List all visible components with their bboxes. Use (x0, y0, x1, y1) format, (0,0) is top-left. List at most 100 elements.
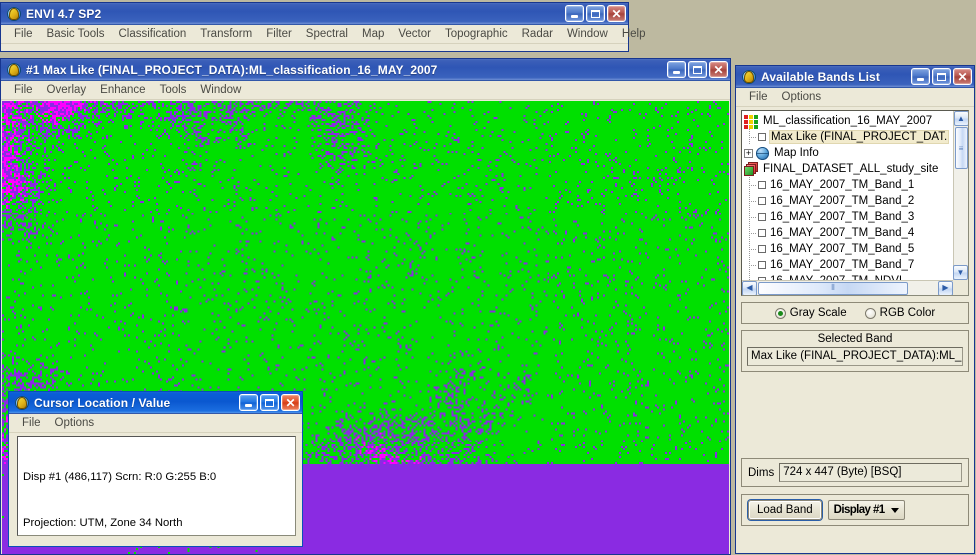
cursor-window-title: Cursor Location / Value (34, 395, 171, 410)
cursor-menu-file[interactable]: File (15, 416, 48, 430)
band-tree-item[interactable]: FINAL_DATASET_ALL_study_site (744, 161, 953, 177)
envi-main-window-controls: ✕ (565, 5, 626, 22)
abl-title: Available Bands List (761, 69, 880, 84)
radio-dot-icon (864, 307, 876, 319)
minimize-button[interactable] (911, 68, 930, 85)
tree-connector-icon (744, 225, 758, 241)
checkbox-icon[interactable] (758, 245, 766, 253)
cursor-window-titlebar[interactable]: Cursor Location / Value ✕ (9, 392, 302, 414)
bands-tree-vscrollbar[interactable]: ▲ ≡ (953, 111, 968, 280)
envi-main-title: ENVI 4.7 SP2 (26, 6, 102, 21)
abl-menu-options[interactable]: Options (775, 90, 829, 104)
menu-spectral[interactable]: Spectral (299, 27, 355, 41)
scroll-right-icon[interactable]: ▶ (938, 280, 953, 295)
img-menu-window[interactable]: Window (193, 83, 248, 97)
close-button[interactable]: ✕ (709, 61, 728, 78)
menu-filter[interactable]: Filter (259, 27, 299, 41)
tree-connector-icon (744, 209, 758, 225)
dims-group: Dims 724 x 447 (Byte) [BSQ] (741, 458, 969, 487)
img-menu-enhance[interactable]: Enhance (93, 83, 152, 97)
abl-window-controls: ✕ (911, 68, 972, 85)
tree-connector-icon (744, 193, 758, 209)
scroll-up-icon[interactable]: ▲ (953, 111, 968, 126)
cursor-window-controls: ✕ (239, 394, 300, 411)
menu-window[interactable]: Window (560, 27, 615, 41)
menu-map[interactable]: Map (355, 27, 391, 41)
img-menu-file[interactable]: File (7, 83, 40, 97)
display-select[interactable]: Display #1 (827, 500, 905, 520)
abl-menubar: File Options (736, 88, 974, 107)
cursor-window-menubar: File Options (9, 414, 302, 433)
selected-band-field[interactable]: Max Like (FINAL_PROJECT_DATA):ML_cla (747, 347, 963, 366)
menu-radar[interactable]: Radar (515, 27, 560, 41)
menu-topographic[interactable]: Topographic (438, 27, 515, 41)
checkbox-icon[interactable] (758, 181, 766, 189)
band-tree-item[interactable]: + Map Info (744, 145, 953, 161)
scroll-down-icon[interactable]: ▼ (953, 265, 968, 280)
maximize-button[interactable] (260, 394, 279, 411)
band-tree-item[interactable]: 16_MAY_2007_TM_Band_3 (744, 209, 953, 225)
chevron-down-icon (890, 507, 899, 513)
bands-tree-hscrollbar[interactable]: ◀ ⦀ ▶ (742, 280, 953, 295)
close-button[interactable]: ✕ (281, 394, 300, 411)
display-mode-group: Gray Scale RGB Color (741, 302, 969, 324)
bands-tree-rows: ML_classification_16_MAY_2007 Max Like (F… (742, 111, 953, 280)
abl-menu-file[interactable]: File (742, 90, 775, 104)
menu-help[interactable]: Help (615, 27, 653, 41)
checkbox-icon[interactable] (758, 197, 766, 205)
envi-leaf-icon (6, 62, 22, 78)
bands-tree[interactable]: ML_classification_16_MAY_2007 Max Like (F… (741, 110, 969, 296)
cursor-menu-options[interactable]: Options (48, 416, 102, 430)
menu-basic-tools[interactable]: Basic Tools (40, 27, 112, 41)
menu-classification[interactable]: Classification (112, 27, 194, 41)
minimize-button[interactable] (239, 394, 258, 411)
checkbox-icon[interactable] (758, 229, 766, 237)
image-window-titlebar[interactable]: #1 Max Like (FINAL_PROJECT_DATA):ML_clas… (1, 59, 730, 81)
envi-main-window: ENVI 4.7 SP2 ✕ File Basic Tools Classifica… (0, 2, 646, 52)
vscroll-thumb[interactable]: ≡ (954, 127, 968, 169)
img-menu-overlay[interactable]: Overlay (40, 83, 94, 97)
band-tree-item[interactable]: 16_MAY_2007_TM_Band_2 (744, 193, 953, 209)
band-tree-item[interactable]: Max Like (FINAL_PROJECT_DAT. (744, 129, 953, 145)
dims-field[interactable]: 724 x 447 (Byte) [BSQ] (779, 463, 962, 482)
checkbox-icon[interactable] (758, 133, 766, 141)
image-window-controls: ✕ (667, 61, 728, 78)
band-tree-item[interactable]: 16_MAY_2007_TM_NDVI (744, 273, 953, 280)
gray-scale-label: Gray Scale (789, 307, 847, 319)
band-tree-item[interactable]: 16_MAY_2007_TM_Band_5 (744, 241, 953, 257)
scroll-corner (953, 280, 968, 295)
close-button[interactable]: ✕ (607, 5, 626, 22)
band-tree-item-label: ML_classification_16_MAY_2007 (763, 115, 933, 127)
band-tree-item[interactable]: 16_MAY_2007_TM_Band_4 (744, 225, 953, 241)
close-button[interactable]: ✕ (953, 68, 972, 85)
band-tree-item-label: Max Like (FINAL_PROJECT_DAT. (768, 130, 950, 144)
minimize-button[interactable] (565, 5, 584, 22)
envi-leaf-icon (14, 395, 30, 411)
scroll-left-icon[interactable]: ◀ (742, 280, 757, 295)
band-tree-item[interactable]: 16_MAY_2007_TM_Band_7 (744, 257, 953, 273)
checkbox-icon[interactable] (758, 213, 766, 221)
rgb-color-radio[interactable]: RGB Color (864, 307, 935, 319)
img-menu-tools[interactable]: Tools (153, 83, 194, 97)
envi-main-menubar: File Basic Tools Classification Transform Fi… (1, 25, 646, 44)
minimize-button[interactable] (667, 61, 686, 78)
menu-file[interactable]: File (7, 27, 40, 41)
expand-icon[interactable]: + (744, 148, 753, 158)
band-tree-item[interactable]: 16_MAY_2007_TM_Band_1 (744, 177, 953, 193)
envi-main-titlebar[interactable]: ENVI 4.7 SP2 ✕ (1, 3, 628, 25)
tree-connector-icon (744, 257, 758, 273)
image-window-title: #1 Max Like (FINAL_PROJECT_DATA):ML_clas… (26, 62, 438, 77)
hscroll-thumb[interactable]: ⦀ (758, 281, 908, 295)
band-tree-item[interactable]: ML_classification_16_MAY_2007 (744, 113, 953, 129)
maximize-button[interactable] (586, 5, 605, 22)
band-tree-item-label: 16_MAY_2007_TM_Band_7 (770, 259, 915, 271)
maximize-button[interactable] (932, 68, 951, 85)
gray-scale-radio[interactable]: Gray Scale (774, 307, 847, 319)
menu-transform[interactable]: Transform (193, 27, 259, 41)
abl-titlebar[interactable]: Available Bands List ✕ (736, 66, 974, 88)
maximize-button[interactable] (688, 61, 707, 78)
menu-vector[interactable]: Vector (391, 27, 438, 41)
load-band-button[interactable]: Load Band (748, 500, 822, 520)
checkbox-icon[interactable] (758, 261, 766, 269)
envi-leaf-icon (741, 69, 757, 85)
